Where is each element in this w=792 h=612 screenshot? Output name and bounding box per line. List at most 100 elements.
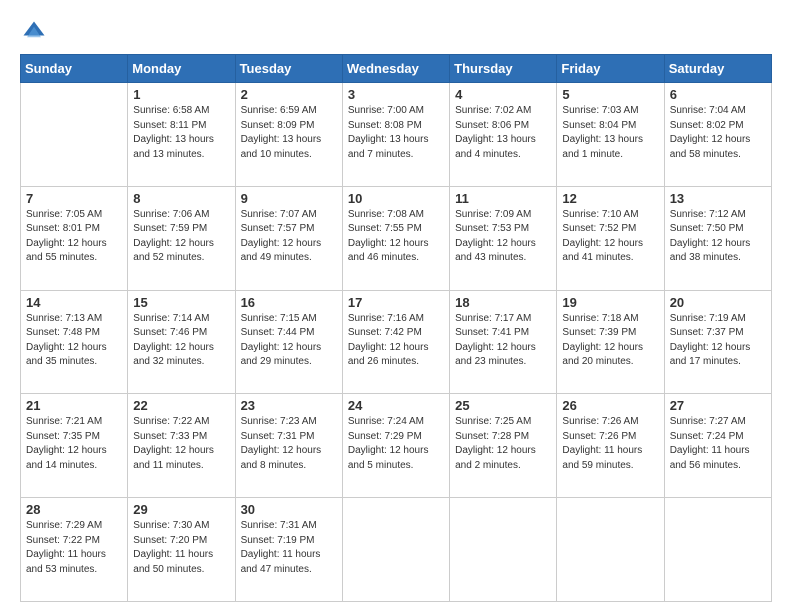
day-info: Sunrise: 7:30 AMSunset: 7:20 PMDaylight:… — [133, 519, 229, 577]
day-info: Sunrise: 7:19 AMSunset: 7:37 PMDaylight:… — [670, 312, 766, 370]
day-info: Sunrise: 7:16 AMSunset: 7:42 PMDaylight:… — [348, 312, 444, 370]
calendar-day-cell: 24 Sunrise: 7:24 AMSunset: 7:29 PMDayligh… — [342, 394, 449, 498]
day-info: Sunrise: 6:59 AMSunset: 8:09 PMDaylight:… — [241, 104, 337, 162]
calendar-week-row: 21 Sunrise: 7:21 AMSunset: 7:35 PMDayligh… — [21, 394, 772, 498]
calendar-weekday-sunday: Sunday — [21, 55, 128, 83]
calendar-week-row: 7Sunrise: 7:05 AMSunset: 8:01 PMDaylight… — [21, 186, 772, 290]
calendar-day-cell: 3 Sunrise: 7:00 AMSunset: 8:08 PMDaylight… — [342, 83, 449, 187]
day-number: 11 — [455, 191, 551, 206]
day-info: Sunrise: 7:31 AMSunset: 7:19 PMDaylight:… — [241, 519, 337, 577]
day-number: 8 — [133, 191, 229, 206]
day-number: 26 — [562, 398, 658, 413]
calendar-day-cell: 1 Sunrise: 6:58 AMSunset: 8:11 PMDaylight… — [128, 83, 235, 187]
day-number: 5 — [562, 87, 658, 102]
day-number: 21 — [26, 398, 122, 413]
calendar-day-cell: 14Sunrise: 7:13 AMSunset: 7:48 PMDayligh… — [21, 290, 128, 394]
day-info: Sunrise: 7:29 AMSunset: 7:22 PMDaylight:… — [26, 519, 122, 577]
day-number: 9 — [241, 191, 337, 206]
day-info: Sunrise: 7:07 AMSunset: 7:57 PMDaylight:… — [241, 208, 337, 266]
day-number: 17 — [348, 295, 444, 310]
calendar-table: SundayMondayTuesdayWednesdayThursdayFrid… — [20, 54, 772, 602]
calendar-day-cell: 17 Sunrise: 7:16 AMSunset: 7:42 PMDayligh… — [342, 290, 449, 394]
calendar-day-cell: 22 Sunrise: 7:22 AMSunset: 7:33 PMDayligh… — [128, 394, 235, 498]
day-number: 19 — [562, 295, 658, 310]
page: SundayMondayTuesdayWednesdayThursdayFrid… — [0, 0, 792, 612]
day-info: Sunrise: 7:15 AMSunset: 7:44 PMDaylight:… — [241, 312, 337, 370]
calendar-day-cell — [21, 83, 128, 187]
day-info: Sunrise: 7:09 AMSunset: 7:53 PMDaylight:… — [455, 208, 551, 266]
day-number: 13 — [670, 191, 766, 206]
day-number: 2 — [241, 87, 337, 102]
calendar-week-row: 14Sunrise: 7:13 AMSunset: 7:48 PMDayligh… — [21, 290, 772, 394]
day-info: Sunrise: 7:25 AMSunset: 7:28 PMDaylight:… — [455, 415, 551, 473]
calendar-day-cell: 23 Sunrise: 7:23 AMSunset: 7:31 PMDayligh… — [235, 394, 342, 498]
calendar-weekday-friday: Friday — [557, 55, 664, 83]
day-number: 3 — [348, 87, 444, 102]
day-info: Sunrise: 7:10 AMSunset: 7:52 PMDaylight:… — [562, 208, 658, 266]
day-info: Sunrise: 7:02 AMSunset: 8:06 PMDaylight:… — [455, 104, 551, 162]
calendar-day-cell — [557, 498, 664, 602]
calendar-day-cell: 16 Sunrise: 7:15 AMSunset: 7:44 PMDayligh… — [235, 290, 342, 394]
calendar-day-cell — [342, 498, 449, 602]
logo — [20, 18, 52, 46]
day-info: Sunrise: 7:08 AMSunset: 7:55 PMDaylight:… — [348, 208, 444, 266]
day-info: Sunrise: 7:26 AMSunset: 7:26 PMDaylight:… — [562, 415, 658, 473]
day-info: Sunrise: 7:06 AMSunset: 7:59 PMDaylight:… — [133, 208, 229, 266]
calendar-weekday-tuesday: Tuesday — [235, 55, 342, 83]
day-number: 28 — [26, 502, 122, 517]
day-number: 15 — [133, 295, 229, 310]
day-number: 4 — [455, 87, 551, 102]
day-info: Sunrise: 7:05 AMSunset: 8:01 PMDaylight:… — [26, 208, 122, 266]
day-info: Sunrise: 7:23 AMSunset: 7:31 PMDaylight:… — [241, 415, 337, 473]
day-number: 27 — [670, 398, 766, 413]
calendar-day-cell: 11 Sunrise: 7:09 AMSunset: 7:53 PMDayligh… — [450, 186, 557, 290]
calendar-day-cell: 28 Sunrise: 7:29 AMSunset: 7:22 PMDayligh… — [21, 498, 128, 602]
calendar-day-cell: 8 Sunrise: 7:06 AMSunset: 7:59 PMDaylight… — [128, 186, 235, 290]
calendar-day-cell: 4 Sunrise: 7:02 AMSunset: 8:06 PMDaylight… — [450, 83, 557, 187]
calendar-header-row: SundayMondayTuesdayWednesdayThursdayFrid… — [21, 55, 772, 83]
day-number: 23 — [241, 398, 337, 413]
calendar-day-cell: 18Sunrise: 7:17 AMSunset: 7:41 PMDayligh… — [450, 290, 557, 394]
calendar-weekday-wednesday: Wednesday — [342, 55, 449, 83]
calendar-day-cell: 29Sunrise: 7:30 AMSunset: 7:20 PMDayligh… — [128, 498, 235, 602]
day-info: Sunrise: 7:03 AMSunset: 8:04 PMDaylight:… — [562, 104, 658, 162]
calendar-day-cell: 21 Sunrise: 7:21 AMSunset: 7:35 PMDayligh… — [21, 394, 128, 498]
day-number: 24 — [348, 398, 444, 413]
calendar-week-row: 1 Sunrise: 6:58 AMSunset: 8:11 PMDaylight… — [21, 83, 772, 187]
day-info: Sunrise: 7:14 AMSunset: 7:46 PMDaylight:… — [133, 312, 229, 370]
calendar-week-row: 28 Sunrise: 7:29 AMSunset: 7:22 PMDayligh… — [21, 498, 772, 602]
calendar-day-cell: 6 Sunrise: 7:04 AMSunset: 8:02 PMDaylight… — [664, 83, 771, 187]
calendar-day-cell: 25 Sunrise: 7:25 AMSunset: 7:28 PMDayligh… — [450, 394, 557, 498]
calendar-day-cell: 5 Sunrise: 7:03 AMSunset: 8:04 PMDaylight… — [557, 83, 664, 187]
day-number: 22 — [133, 398, 229, 413]
day-info: Sunrise: 7:18 AMSunset: 7:39 PMDaylight:… — [562, 312, 658, 370]
calendar-day-cell: 7Sunrise: 7:05 AMSunset: 8:01 PMDaylight… — [21, 186, 128, 290]
day-number: 6 — [670, 87, 766, 102]
calendar-day-cell: 27Sunrise: 7:27 AMSunset: 7:24 PMDayligh… — [664, 394, 771, 498]
day-info: Sunrise: 7:24 AMSunset: 7:29 PMDaylight:… — [348, 415, 444, 473]
day-info: Sunrise: 7:22 AMSunset: 7:33 PMDaylight:… — [133, 415, 229, 473]
day-info: Sunrise: 7:00 AMSunset: 8:08 PMDaylight:… — [348, 104, 444, 162]
day-number: 25 — [455, 398, 551, 413]
calendar-day-cell: 30 Sunrise: 7:31 AMSunset: 7:19 PMDayligh… — [235, 498, 342, 602]
day-info: Sunrise: 7:21 AMSunset: 7:35 PMDaylight:… — [26, 415, 122, 473]
calendar-day-cell: 15 Sunrise: 7:14 AMSunset: 7:46 PMDayligh… — [128, 290, 235, 394]
day-info: Sunrise: 6:58 AMSunset: 8:11 PMDaylight:… — [133, 104, 229, 162]
calendar-day-cell: 2 Sunrise: 6:59 AMSunset: 8:09 PMDaylight… — [235, 83, 342, 187]
day-number: 1 — [133, 87, 229, 102]
day-info: Sunrise: 7:13 AMSunset: 7:48 PMDaylight:… — [26, 312, 122, 370]
day-info: Sunrise: 7:12 AMSunset: 7:50 PMDaylight:… — [670, 208, 766, 266]
calendar-day-cell: 13 Sunrise: 7:12 AMSunset: 7:50 PMDayligh… — [664, 186, 771, 290]
day-number: 10 — [348, 191, 444, 206]
day-number: 30 — [241, 502, 337, 517]
calendar-day-cell — [450, 498, 557, 602]
day-number: 16 — [241, 295, 337, 310]
day-info: Sunrise: 7:04 AMSunset: 8:02 PMDaylight:… — [670, 104, 766, 162]
calendar-day-cell: 19 Sunrise: 7:18 AMSunset: 7:39 PMDayligh… — [557, 290, 664, 394]
day-number: 12 — [562, 191, 658, 206]
calendar-day-cell: 20Sunrise: 7:19 AMSunset: 7:37 PMDayligh… — [664, 290, 771, 394]
calendar-day-cell: 12 Sunrise: 7:10 AMSunset: 7:52 PMDayligh… — [557, 186, 664, 290]
calendar-weekday-monday: Monday — [128, 55, 235, 83]
logo-icon — [20, 18, 48, 46]
calendar-day-cell: 9 Sunrise: 7:07 AMSunset: 7:57 PMDaylight… — [235, 186, 342, 290]
